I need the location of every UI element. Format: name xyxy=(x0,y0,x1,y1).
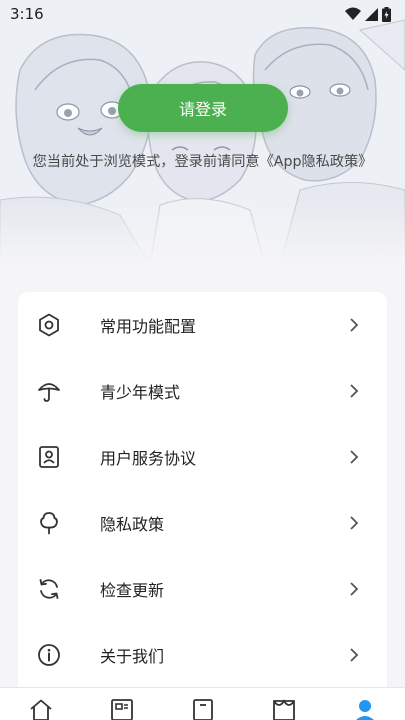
umbrella-icon xyxy=(38,383,60,402)
menu-item-label: 用户服务协议 xyxy=(100,449,197,468)
wifi-icon xyxy=(345,7,361,20)
cell-signal-icon xyxy=(365,7,378,21)
menu-item-privacy-policy[interactable]: 隐私政策 xyxy=(18,490,387,556)
battery-charging-icon xyxy=(382,6,391,22)
status-bar: 3:16 xyxy=(0,0,405,28)
nav-store[interactable] xyxy=(254,688,314,720)
news-icon xyxy=(111,699,133,720)
login-button[interactable]: 请登录 xyxy=(118,84,288,132)
chevron-right-icon xyxy=(350,318,359,332)
menu-item-check-update[interactable]: 检查更新 xyxy=(18,556,387,622)
nav-news[interactable] xyxy=(92,688,152,720)
menu-item-label: 隐私政策 xyxy=(100,515,165,534)
bottom-navigation xyxy=(0,687,405,720)
nav-profile[interactable] xyxy=(335,688,395,720)
menu-item-label: 检查更新 xyxy=(100,581,165,600)
hexagon-settings-icon xyxy=(39,313,59,337)
menu-item-user-agreement[interactable]: 用户服务协议 xyxy=(18,424,387,490)
store-icon xyxy=(273,699,295,720)
browse-mode-notice[interactable]: 您当前处于浏览模式，登录前请同意《App隐私政策》 xyxy=(0,151,405,171)
profile-icon xyxy=(356,700,374,720)
chevron-right-icon xyxy=(350,384,359,398)
info-icon xyxy=(38,644,60,666)
menu-item-about-us[interactable]: 关于我们 xyxy=(18,622,387,688)
anime-girls-illustration xyxy=(0,0,405,265)
chevron-right-icon xyxy=(350,582,359,596)
chevron-right-icon xyxy=(350,450,359,464)
profile-header: 请登录 您当前处于浏览模式，登录前请同意《App隐私政策》 xyxy=(0,0,405,265)
nav-home[interactable] xyxy=(11,688,71,720)
menu-item-teen-mode[interactable]: 青少年模式 xyxy=(18,358,387,424)
menu-item-label: 青少年模式 xyxy=(100,383,181,402)
home-icon xyxy=(30,699,52,720)
chevron-right-icon xyxy=(350,516,359,530)
status-time: 3:16 xyxy=(10,5,44,23)
nav-bookmark[interactable] xyxy=(173,688,233,720)
chevron-right-icon xyxy=(350,648,359,662)
tree-icon xyxy=(40,512,58,535)
menu-item-common-features[interactable]: 常用功能配置 xyxy=(18,292,387,358)
menu-item-label: 关于我们 xyxy=(100,647,165,666)
bookmark-icon xyxy=(193,699,213,720)
profile-screen: 请登录 您当前处于浏览模式，登录前请同意《App隐私政策》 3:16 常用功能配… xyxy=(0,0,405,720)
menu-item-label: 常用功能配置 xyxy=(100,317,197,336)
refresh-icon xyxy=(39,579,59,599)
status-icons xyxy=(345,6,391,22)
settings-menu: 常用功能配置 青少年模式 用户服务协议 隐私政策 检查更新 关于我们 xyxy=(18,292,387,702)
user-card-icon xyxy=(39,446,59,468)
